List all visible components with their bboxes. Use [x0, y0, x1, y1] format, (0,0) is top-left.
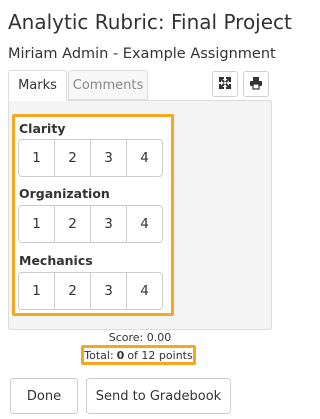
rating-button[interactable]: 3 [91, 140, 127, 176]
rating-group-organization: 1 2 3 4 [18, 205, 163, 243]
score-text: Score: 0.00 [108, 331, 172, 344]
tab-comments[interactable]: Comments [68, 70, 148, 100]
rating-group-mechanics: 1 2 3 4 [18, 272, 163, 310]
page-title: Analytic Rubric: Final Project [8, 10, 292, 34]
rating-button[interactable]: 1 [19, 140, 55, 176]
rating-button[interactable]: 2 [55, 273, 91, 309]
done-button[interactable]: Done [10, 378, 78, 414]
send-to-gradebook-button[interactable]: Send to Gradebook [86, 378, 231, 414]
rating-group-clarity: 1 2 3 4 [18, 139, 163, 177]
rating-button[interactable]: 4 [127, 140, 162, 176]
total-value: 0 [116, 348, 125, 362]
print-button[interactable] [243, 71, 269, 97]
rating-button[interactable]: 2 [55, 206, 91, 242]
page-subtitle: Miriam Admin - Example Assignment [8, 46, 276, 62]
criterion-label-organization: Organization [19, 186, 110, 201]
total-points: Total: 0 of 12 points [81, 345, 196, 365]
total-suffix: of 12 points [127, 348, 193, 362]
rating-button[interactable]: 4 [127, 273, 162, 309]
total-prefix: Total: [84, 348, 114, 362]
tab-marks[interactable]: Marks [8, 70, 67, 101]
rating-button[interactable]: 3 [91, 273, 127, 309]
print-icon [249, 75, 263, 94]
criterion-label-mechanics: Mechanics [19, 253, 93, 268]
expand-icon [218, 75, 232, 94]
rating-button[interactable]: 4 [127, 206, 162, 242]
rating-button[interactable]: 1 [19, 273, 55, 309]
rating-button[interactable]: 2 [55, 140, 91, 176]
rating-button[interactable]: 3 [91, 206, 127, 242]
criterion-label-clarity: Clarity [19, 121, 66, 136]
rating-button[interactable]: 1 [19, 206, 55, 242]
expand-button[interactable] [212, 71, 238, 97]
